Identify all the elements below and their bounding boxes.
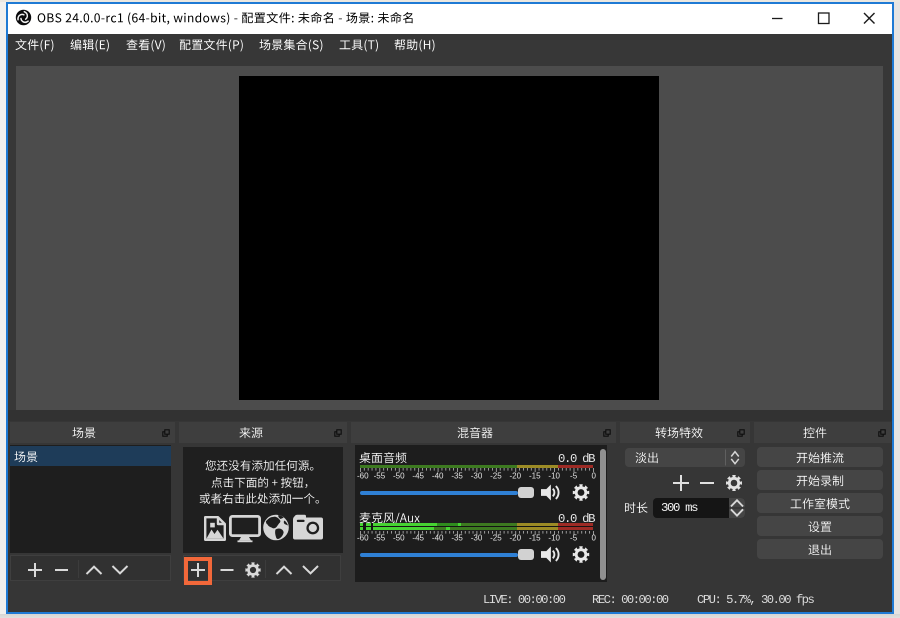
svg-text:-20: -20 xyxy=(510,471,522,480)
svg-text:-5: -5 xyxy=(570,471,578,480)
svg-text:-20: -20 xyxy=(510,534,522,543)
svg-text:-35: -35 xyxy=(451,471,463,480)
svg-text:-30: -30 xyxy=(471,471,483,480)
svg-text:-60: -60 xyxy=(357,534,369,543)
svg-text:-50: -50 xyxy=(393,534,405,543)
svg-text:0: 0 xyxy=(592,471,597,480)
svg-text:-50: -50 xyxy=(393,471,405,480)
svg-text:-25: -25 xyxy=(490,471,502,480)
svg-text:-55: -55 xyxy=(374,534,386,543)
svg-text:-55: -55 xyxy=(374,471,386,480)
svg-text:-10: -10 xyxy=(548,471,560,480)
svg-text:-5: -5 xyxy=(570,534,578,543)
svg-text:-40: -40 xyxy=(432,534,444,543)
svg-text:0: 0 xyxy=(592,534,597,543)
svg-text:-15: -15 xyxy=(529,471,541,480)
svg-text:-60: -60 xyxy=(357,471,369,480)
svg-text:-45: -45 xyxy=(412,534,424,543)
svg-text:-15: -15 xyxy=(529,534,541,543)
svg-text:-40: -40 xyxy=(432,471,444,480)
svg-text:-30: -30 xyxy=(471,534,483,543)
svg-text:-35: -35 xyxy=(451,534,463,543)
svg-text:-25: -25 xyxy=(490,534,502,543)
svg-text:-45: -45 xyxy=(412,471,424,480)
svg-text:-10: -10 xyxy=(548,534,560,543)
